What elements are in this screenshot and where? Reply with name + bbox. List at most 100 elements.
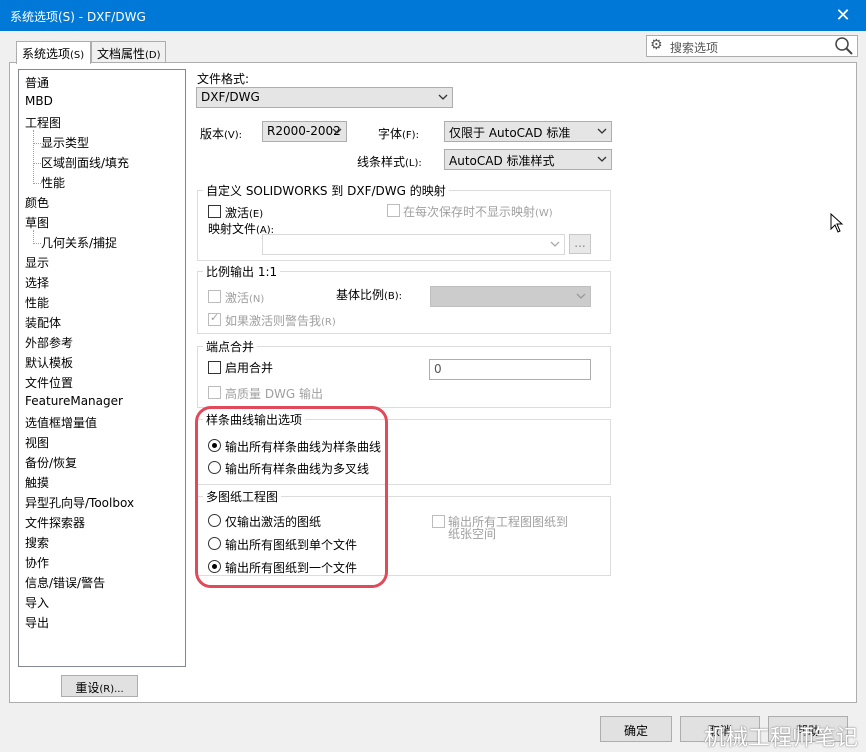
file-format-select[interactable]: DXF/DWG — [196, 87, 453, 108]
watermark: 机械工程师笔记 — [703, 726, 858, 751]
no-show-accel: (W) — [535, 208, 553, 219]
mapping-activate-label: 激活(E) — [225, 204, 263, 221]
tree-item[interactable]: 搜索 — [25, 534, 49, 551]
chevron-down-icon — [597, 128, 607, 134]
tree-item[interactable]: 异型孔向导/Toolbox — [25, 494, 134, 511]
scale-group-legend: 比例输出 1:1 — [203, 263, 281, 280]
tree-item[interactable]: 性能 — [41, 174, 65, 191]
font-select[interactable]: 仅限于 AutoCAD 标准 — [444, 121, 612, 142]
line-style-label-text: 线条样式 — [357, 155, 406, 169]
window-title: 系统选项(S) - DXF/DWG — [10, 10, 146, 24]
options-tree[interactable]: 普通 MBD 工程图 显示类型 区域剖面线/填充 性能 颜色 草图 几何关系/捕捉 显示 选择 性能装… — [18, 69, 186, 667]
no-show-text: 在每次保存时不显示映射 — [403, 205, 536, 219]
no-show-mapping-label: 在每次保存时不显示映射(W) — [403, 203, 553, 220]
tree-item[interactable]: 信息/错误/警告 — [25, 574, 105, 591]
tab-document-properties[interactable]: 文档属性(D) — [91, 41, 166, 63]
font-label: 字体(F): — [378, 125, 419, 142]
tree-item[interactable]: 文件探索器 — [25, 514, 85, 531]
version-label-text: 版本 — [200, 127, 225, 141]
mapping-activate-text: 激活 — [225, 206, 250, 220]
search-icon[interactable] — [833, 35, 855, 57]
tree-item[interactable]: 几何关系/捕捉 — [41, 234, 117, 251]
map-file-text: 映射文件 — [208, 222, 257, 236]
close-icon[interactable]: ✕ — [820, 0, 866, 31]
gear-icon[interactable]: ⚙ — [650, 37, 666, 53]
paper-space-label-2: 纸张空间 — [448, 527, 497, 541]
enable-merge-label: 启用合并 — [225, 361, 274, 375]
base-scale-select[interactable] — [430, 286, 591, 307]
tab-system-options[interactable]: 系统选项(S) — [16, 41, 91, 64]
tree-item[interactable]: 导入 — [25, 594, 49, 611]
tree-item[interactable]: 默认模板 — [25, 354, 73, 371]
tree-item[interactable]: 导出 — [25, 614, 49, 631]
mapping-group-legend: 自定义 SOLIDWORKS 到 DXF/DWG 的映射 — [203, 182, 449, 199]
warn-accel: (R) — [321, 317, 336, 328]
tab-label: 文档属性 — [97, 47, 146, 61]
line-style-select[interactable]: AutoCAD 标准样式 — [444, 149, 612, 170]
tree-item[interactable]: MBD — [25, 94, 53, 108]
base-scale-text: 基体比例 — [336, 288, 385, 302]
tree-item[interactable]: 触摸 — [25, 474, 49, 491]
paper-space-checkbox[interactable] — [432, 515, 445, 528]
tree-item[interactable]: 备份/恢复 — [25, 454, 77, 471]
high-quality-dwg-checkbox[interactable] — [208, 386, 221, 399]
mapping-activate-checkbox[interactable] — [208, 205, 221, 218]
tree-item[interactable]: 工程图 — [25, 114, 61, 131]
scale-activate-text: 激活 — [225, 291, 250, 305]
tree-connector — [33, 130, 34, 184]
scale-activate-checkbox[interactable] — [208, 290, 221, 303]
tree-item[interactable]: 显示类型 — [41, 134, 89, 151]
enable-merge-checkbox[interactable] — [208, 361, 221, 374]
tree-item[interactable]: 文件位置 — [25, 374, 73, 391]
chevron-down-icon — [576, 293, 586, 299]
tree-item[interactable]: 普通 — [25, 74, 49, 91]
tree-item[interactable]: 区域剖面线/填充 — [41, 154, 129, 171]
mapping-activate-accel: (E) — [249, 209, 264, 220]
file-format-value: DXF/DWG — [201, 90, 260, 104]
tree-item[interactable]: 协作 — [25, 554, 49, 571]
tree-item[interactable]: 外部参考 — [25, 334, 73, 351]
ok-button[interactable]: 确定 — [600, 716, 672, 742]
scale-activate-label: 激活(N) — [225, 289, 264, 306]
search-placeholder: 搜索选项 — [670, 41, 719, 55]
chevron-down-icon — [597, 156, 607, 162]
tree-connector — [33, 183, 41, 184]
tree-item[interactable]: 选值框增量值 — [25, 414, 97, 431]
version-accel: (V): — [224, 130, 243, 141]
chevron-down-icon — [332, 128, 342, 134]
reset-button[interactable]: 重设(R)... — [61, 675, 138, 697]
map-file-select[interactable] — [262, 234, 565, 255]
tree-item[interactable]: 颜色 — [25, 194, 49, 211]
warn-text: 如果激活则警告我 — [225, 314, 322, 328]
tab-accel: (S) — [70, 50, 85, 61]
merge-distance-input[interactable]: 0 — [429, 359, 591, 380]
warn-if-active-checkbox[interactable] — [208, 311, 221, 326]
font-accel: (F): — [402, 130, 419, 141]
reset-label: 重设 — [75, 681, 100, 695]
version-label: 版本(V): — [200, 125, 242, 142]
line-style-accel: (L): — [405, 158, 422, 169]
tree-item[interactable]: 选择 — [25, 274, 49, 291]
tree-item[interactable]: 显示 — [25, 254, 49, 271]
title-bar: 系统选项(S) - DXF/DWG ✕ — [0, 0, 866, 31]
tree-connector — [33, 163, 41, 164]
tab-accel: (D) — [145, 50, 161, 61]
search-box[interactable]: ⚙ 搜索选项 — [646, 35, 858, 57]
tab-label: 系统选项 — [22, 47, 71, 61]
file-format-label: 文件格式: — [197, 72, 250, 86]
warn-if-active-label: 如果激活则警告我(R) — [225, 312, 336, 329]
tree-item[interactable]: 装配体 — [25, 314, 61, 331]
tree-item[interactable]: 草图 — [25, 214, 49, 231]
tree-item[interactable]: 性能 — [25, 294, 49, 311]
tree-item[interactable]: 视图 — [25, 434, 49, 451]
base-scale-accel: (B): — [384, 291, 403, 302]
version-select[interactable]: R2000-2002 — [262, 121, 347, 142]
no-show-mapping-checkbox[interactable] — [387, 204, 400, 217]
version-value: R2000-2002 — [267, 124, 341, 138]
reset-accel: (R)... — [99, 684, 124, 695]
tree-item[interactable]: FeatureManager — [25, 394, 123, 408]
endpoint-group-legend: 端点合并 — [203, 338, 258, 355]
browse-map-file-button[interactable]: ... — [569, 234, 591, 254]
chevron-down-icon — [550, 241, 560, 247]
base-scale-label: 基体比例(B): — [336, 286, 402, 303]
